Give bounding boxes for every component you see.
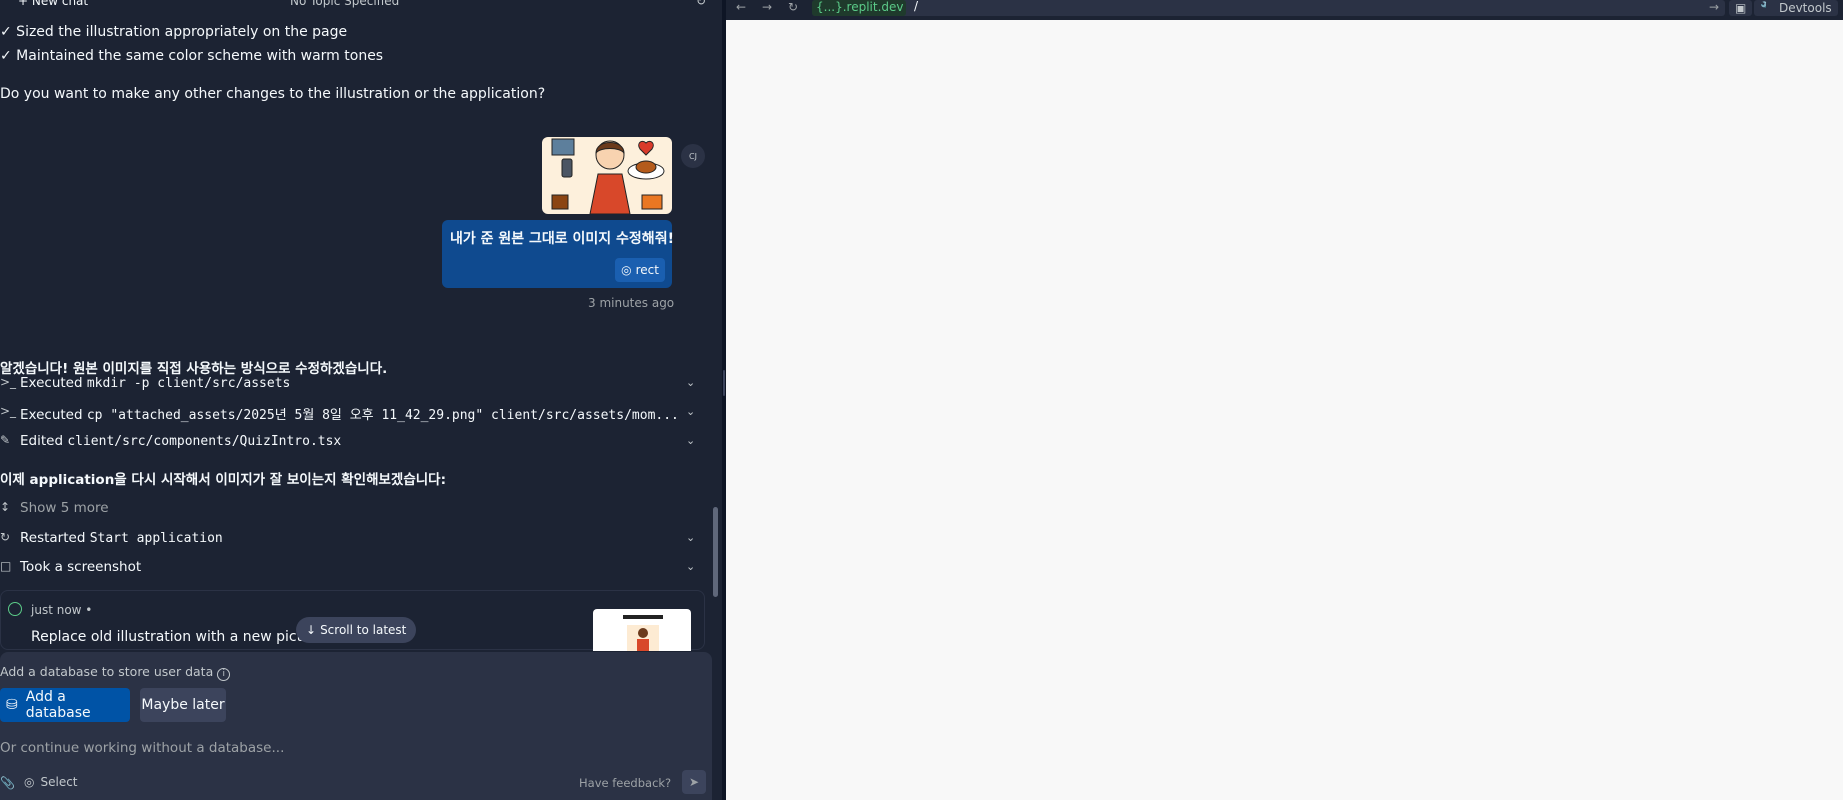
chevron-down-icon[interactable]: ⌄	[686, 434, 695, 447]
action-row[interactable]: >_ Executed cp "attached_assets/2025년 5월…	[0, 402, 700, 424]
spacer	[1766, 0, 1778, 16]
checkpoint-preview-thumbnail[interactable]	[593, 609, 691, 651]
reload-icon[interactable]: ↻	[788, 0, 798, 14]
action-prefix: Edited	[20, 433, 64, 449]
agent-reply-2: 이제 application을 다시 시작해서 이미지가 잘 보이는지 확인해보…	[0, 472, 446, 488]
back-icon[interactable]: ←	[736, 0, 746, 14]
user-message-bubble: 내가 준 원본 그대로 이미지 수정해줘! ◎ rect	[442, 220, 674, 288]
action-code: Start application	[89, 531, 223, 546]
select-label: Select	[40, 775, 78, 789]
chat-scrollbar[interactable]	[713, 507, 718, 597]
action-code: mkdir -p client/src/assets	[86, 376, 291, 391]
user-message-text: 내가 준 원본 그대로 이미지 수정해줘!	[450, 231, 674, 247]
action-prefix: Executed	[20, 407, 83, 423]
show-more-row[interactable]: ↕ Show 5 more	[0, 498, 700, 520]
terminal-icon: >_	[0, 375, 17, 389]
feedback-link[interactable]: Have feedback?	[579, 776, 671, 790]
add-database-button[interactable]: ⛁ Add a database	[0, 688, 130, 722]
chevron-down-icon[interactable]: ⌄	[686, 560, 695, 573]
terminal-icon: >_	[0, 404, 17, 418]
chat-topbar: + New chat No Topic Specified ˅ ↻	[0, 0, 722, 10]
arrow-down-icon: ↓	[306, 623, 317, 637]
action-prefix: Executed	[20, 375, 83, 391]
history-icon[interactable]: ↻	[696, 0, 706, 8]
action-code: cp "attached_assets/2025년 5월 8일 오후 11_42…	[86, 408, 679, 423]
device-icon[interactable]: ▣	[1729, 0, 1753, 16]
scroll-to-latest-button[interactable]: ↓ Scroll to latest	[296, 617, 417, 643]
action-row[interactable]: ✎ Edited client/src/components/QuizIntro…	[0, 431, 700, 453]
list-item: ✓ Sized the illustration appropriately o…	[0, 24, 348, 40]
list-item: ✓ Maintained the same color scheme with …	[0, 48, 384, 64]
rect-selection-chip[interactable]: ◎ rect	[615, 258, 665, 282]
new-chat-button[interactable]: + New chat	[18, 0, 88, 8]
webview-pane: ← → ↻ {...}.replit.dev / → ▣ 🔧 Devtools	[726, 0, 1843, 800]
action-row[interactable]: □ Took a screenshot ⌄	[0, 557, 700, 579]
topic-selector[interactable]: No Topic Specified ˅	[290, 0, 409, 8]
expand-icon: ↕	[0, 500, 11, 514]
select-element-button[interactable]: ◎ Select	[24, 775, 78, 789]
database-icon: ⛁	[6, 697, 18, 713]
resize-grip[interactable]	[723, 370, 725, 396]
message-timestamp: 3 minutes ago	[588, 296, 675, 310]
attach-icon[interactable]: 📎	[0, 776, 15, 790]
forward-icon[interactable]: →	[762, 0, 772, 14]
target-icon: ◎	[24, 775, 35, 789]
url-host: {...}.replit.dev	[816, 0, 904, 14]
chevron-down-icon[interactable]: ⌄	[686, 376, 695, 389]
edit-file-icon: ✎	[0, 433, 11, 447]
url-path[interactable]: /	[914, 0, 918, 13]
add-database-label: Add a database	[25, 689, 91, 721]
agent-question: Do you want to make any other changes to…	[0, 86, 546, 102]
agent-chat-panel: + New chat No Topic Specified ˅ ↻ ✓ Size…	[0, 0, 722, 800]
maybe-later-button[interactable]: Maybe later	[140, 688, 226, 722]
action-prefix: Restarted	[20, 530, 86, 546]
chevron-down-icon[interactable]: ⌄	[686, 531, 695, 544]
camera-icon: □	[0, 559, 12, 573]
check-circle-icon	[8, 602, 22, 616]
chat-composer: Add a database to store user data i ⛁ Add…	[0, 652, 712, 800]
target-icon: ◎	[621, 263, 632, 277]
checkpoint-time: just now •	[31, 603, 93, 617]
action-label: Took a screenshot	[20, 559, 142, 575]
database-prompt: Add a database to store user data i	[0, 664, 231, 681]
url-field[interactable]: {...}.replit.dev / →	[812, 0, 1725, 16]
action-code: client/src/components/QuizIntro.tsx	[67, 434, 342, 449]
chevron-down-icon[interactable]: ⌄	[686, 405, 695, 418]
devtools-label: Devtools	[1778, 1, 1832, 15]
webview-urlbar: ← → ↻ {...}.replit.dev / → ▣ 🔧 Devtools	[726, 0, 1843, 20]
rect-label: rect	[635, 263, 659, 277]
action-row[interactable]: >_ Executed mkdir -p client/src/assets ⌄	[0, 373, 700, 395]
go-arrow-icon[interactable]: →	[1709, 0, 1719, 14]
send-icon[interactable]: ➤	[682, 770, 706, 794]
info-icon[interactable]: i	[217, 668, 231, 681]
avatar: CJ	[681, 144, 705, 168]
show-more-label: Show 5 more	[20, 500, 109, 516]
chat-input[interactable]: Or continue working without a database..…	[0, 740, 284, 756]
restart-icon: ↻	[0, 530, 11, 544]
scroll-to-latest-label: Scroll to latest	[320, 623, 407, 637]
attached-image-thumbnail[interactable]	[542, 137, 672, 214]
database-prompt-text: Add a database to store user data	[0, 664, 214, 679]
action-row[interactable]: ↻ Restarted Start application ⌄	[0, 528, 700, 550]
